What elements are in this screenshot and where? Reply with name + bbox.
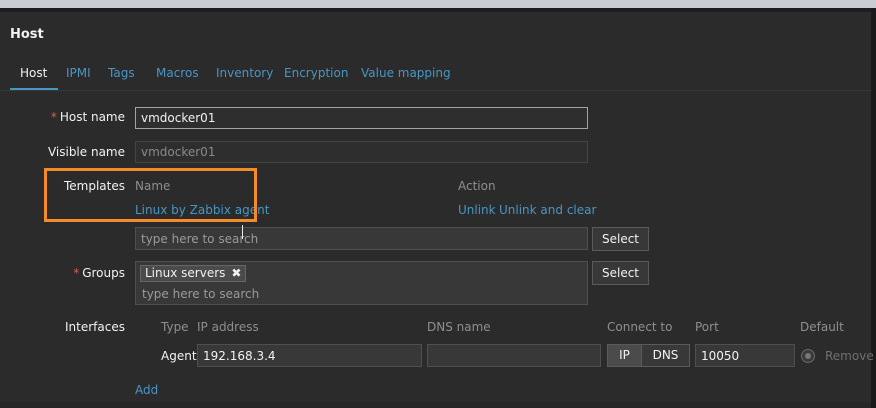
tabs-divider [0, 90, 871, 91]
groups-multiselect[interactable]: Linux servers ✖ type here to search [135, 261, 588, 305]
groups-label: * Groups [73, 266, 125, 280]
visible-name-label: Visible name [47, 145, 125, 159]
interfaces-col-ip: IP address [197, 320, 259, 334]
interfaces-col-type: Type [161, 320, 189, 334]
interface-dns-input[interactable] [427, 344, 601, 367]
remove-interface-link[interactable]: Remove [825, 349, 874, 363]
interfaces-col-dns: DNS name [427, 320, 491, 334]
templates-col-action: Action [458, 179, 496, 193]
dialog-title: Host [10, 27, 44, 42]
host-name-input[interactable] [135, 107, 588, 129]
tab-macros[interactable]: Macros [156, 66, 199, 80]
groups-select-button[interactable]: Select [592, 261, 649, 285]
tab-inventory[interactable]: Inventory [216, 66, 273, 80]
required-mark: * [50, 110, 57, 124]
text-cursor [242, 225, 243, 239]
unlink-and-clear-link[interactable]: Unlink and clear [499, 203, 596, 217]
group-chip: Linux servers ✖ [140, 265, 247, 282]
connect-ip-toggle[interactable]: IP [607, 344, 642, 367]
host-name-label: * Host name [50, 110, 125, 124]
interfaces-col-port: Port [695, 320, 719, 334]
required-mark: * [73, 266, 80, 280]
interfaces-col-default: Default [800, 320, 844, 334]
tab-encryption[interactable]: Encryption [284, 66, 348, 80]
unlink-link[interactable]: Unlink [458, 203, 496, 217]
add-interface-link[interactable]: Add [135, 383, 158, 397]
right-edge [871, 8, 876, 408]
tab-tags[interactable]: Tags [108, 66, 135, 80]
bottom-bar [0, 402, 871, 408]
window-top-shadow [0, 8, 876, 12]
groups-search-placeholder[interactable]: type here to search [142, 287, 259, 301]
window-top-strip [0, 0, 876, 8]
remove-chip-icon[interactable]: ✖ [231, 266, 241, 281]
visible-name-input[interactable] [135, 141, 588, 163]
interfaces-label: Interfaces [65, 320, 125, 334]
tab-ipmi[interactable]: IPMI [66, 66, 91, 80]
templates-select-button[interactable]: Select [592, 227, 649, 251]
default-interface-radio[interactable] [801, 349, 815, 363]
interface-ip-input[interactable] [197, 344, 422, 367]
templates-search-input[interactable] [135, 227, 588, 250]
tab-host[interactable]: Host [20, 66, 47, 80]
tab-value-mapping[interactable]: Value mapping [361, 66, 451, 80]
group-chip-label: Linux servers [145, 266, 226, 280]
templates-highlight-annotation [44, 168, 257, 222]
interfaces-col-connect: Connect to [607, 320, 673, 334]
connect-dns-toggle[interactable]: DNS [641, 344, 690, 367]
interface-port-input[interactable] [695, 344, 795, 367]
